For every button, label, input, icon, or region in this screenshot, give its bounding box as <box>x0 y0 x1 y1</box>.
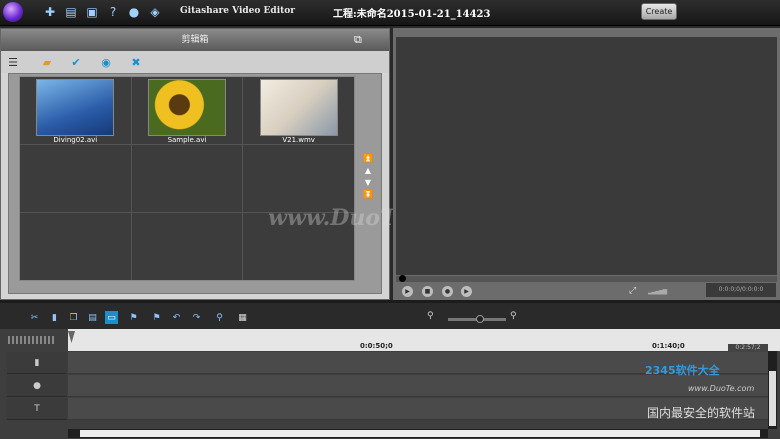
copy-icon[interactable]: ❐ <box>67 311 80 324</box>
stop-icon[interactable]: ■ <box>422 286 433 297</box>
volume-icon[interactable]: ▂▃▄▅▆ <box>648 288 670 298</box>
create-button[interactable]: Create <box>641 3 677 20</box>
document-icon[interactable]: ▦ <box>236 311 249 324</box>
zoom-out-icon[interactable]: ⚲ <box>427 311 434 321</box>
import-folder-icon[interactable]: ▰ <box>39 54 55 70</box>
paste-icon[interactable]: ▤ <box>86 311 99 324</box>
preview-time: 0:0:0;0/0:0:0:0 <box>706 283 776 297</box>
library-header: 剪辑箱 <box>1 29 389 51</box>
library-toolbar: ☰ ▰ ✔ ◉ ✖ <box>1 51 389 73</box>
open-icon[interactable]: ▤ <box>63 4 79 20</box>
scroll-thumb[interactable] <box>80 430 760 437</box>
clip-name: Sample.avi <box>167 136 207 144</box>
clip-library-panel: 剪辑箱 ⧉ ☰ ▰ ✔ ◉ ✖ Diving02.avi Sample.avi … <box>0 28 390 300</box>
scroll-thumb[interactable] <box>769 371 776 426</box>
time-ruler[interactable]: 0:0:50;0 0:1:40;0 0:2:57;2 <box>68 329 780 352</box>
split-icon[interactable]: ✂ <box>28 311 41 324</box>
share-icon[interactable]: ◈ <box>147 4 163 20</box>
playhead-icon[interactable] <box>68 331 75 343</box>
play-icon[interactable]: ▶ <box>402 286 413 297</box>
vertical-scrollbar[interactable] <box>768 351 777 429</box>
delete-clip-icon[interactable]: ✖ <box>128 54 144 70</box>
timeline: 0:0:50;0 0:1:40;0 0:2:57;2 ▮ ● T <box>0 329 780 439</box>
audio-track-icon[interactable]: ● <box>7 375 67 397</box>
save-icon[interactable]: ▣ <box>84 4 100 20</box>
next-frame-icon[interactable]: ▶ <box>461 286 472 297</box>
badge-logo: 2345软件大全 <box>645 364 720 377</box>
preview-screen <box>396 37 777 275</box>
marker-icon[interactable]: ⚲ <box>213 311 226 324</box>
preview-clip-icon[interactable]: ◉ <box>98 54 114 70</box>
empty-cell <box>20 145 131 212</box>
undo-icon[interactable]: ↶ <box>170 311 183 324</box>
clip-thumbnail <box>259 79 338 136</box>
clip-thumbnail <box>147 79 226 136</box>
preview-seekbar[interactable] <box>396 275 777 282</box>
clip-cell[interactable]: V21.wmv <box>243 77 354 144</box>
scroll-down-icon[interactable]: ▼ <box>365 178 371 187</box>
current-time: 0:2:57;2 <box>728 344 768 352</box>
video-track-icon[interactable]: ▮ <box>7 352 67 374</box>
zoom-in-icon[interactable]: ⚲ <box>510 311 517 321</box>
frame-icon[interactable]: ▭ <box>105 311 118 324</box>
mark-out-icon[interactable]: ⚑ <box>150 311 163 324</box>
redo-icon[interactable]: ↷ <box>190 311 203 324</box>
scroll-bottom-icon[interactable]: ⏬ <box>363 190 373 199</box>
seek-knob[interactable] <box>399 275 406 282</box>
project-title: 工程:未命名2015-01-21_14423 <box>333 9 491 20</box>
chat-icon[interactable]: ● <box>126 4 142 20</box>
trash-icon[interactable]: ▮ <box>48 311 61 324</box>
library-scroll: ⏫ ▲ ▼ ⏬ <box>361 154 375 210</box>
badge-site: www.DuoTe.com <box>688 384 755 393</box>
snapshot-icon[interactable]: ● <box>442 286 453 297</box>
ruler-label: 0:1:40;0 <box>652 342 685 350</box>
timeline-grip[interactable] <box>8 336 54 344</box>
empty-cell <box>243 145 354 212</box>
audio-track[interactable] <box>68 375 768 397</box>
new-project-icon[interactable]: ✚ <box>42 4 58 20</box>
clip-grid: Diving02.avi Sample.avi V21.wmv <box>19 76 355 281</box>
badge-text: 国内最安全的软件站 <box>647 406 756 420</box>
clip-cell[interactable]: Sample.avi <box>131 77 243 144</box>
check-icon[interactable]: ✔ <box>68 54 84 70</box>
empty-cell <box>20 213 131 280</box>
horizontal-scrollbar[interactable] <box>68 429 768 438</box>
fullscreen-icon[interactable]: ⤢ <box>629 286 636 296</box>
clip-name: V21.wmv <box>282 136 315 144</box>
mark-in-icon[interactable]: ⚑ <box>127 311 140 324</box>
app-title: Gitashare Video Editor <box>180 6 296 16</box>
timeline-toolbar: ✂ ▮ ❐ ▤ ▭ ⚑ ⚑ ↶ ↷ ⚲ ▦ ⚲ ⚲ <box>0 303 780 329</box>
clip-name: Diving02.avi <box>53 136 98 144</box>
empty-cell <box>131 145 243 212</box>
preview-panel: ▶ ■ ● ▶ ⤢ ▂▃▄▅▆ 0:0:0;0/0:0:0:0 <box>393 28 780 300</box>
empty-cell <box>131 213 243 280</box>
zoom-knob[interactable] <box>476 315 484 323</box>
clip-thumbnail <box>36 79 115 136</box>
title-bar: ✚ ▤ ▣ ? ● ◈ Gitashare Video Editor 工程:未命… <box>0 0 780 26</box>
library-area: Diving02.avi Sample.avi V21.wmv ⏫ ▲ ▼ ⏬ <box>8 73 382 294</box>
list-view-icon[interactable]: ☰ <box>5 54 21 70</box>
scroll-top-icon[interactable]: ⏫ <box>363 154 373 163</box>
scroll-up-icon[interactable]: ▲ <box>365 166 371 175</box>
clip-cell[interactable]: Diving02.avi <box>20 77 131 144</box>
app-logo-icon <box>3 2 23 22</box>
ruler-label: 0:0:50;0 <box>360 342 393 350</box>
detach-icon[interactable]: ⧉ <box>354 33 370 47</box>
help-icon[interactable]: ? <box>105 4 121 20</box>
text-track-icon[interactable]: T <box>7 398 67 420</box>
